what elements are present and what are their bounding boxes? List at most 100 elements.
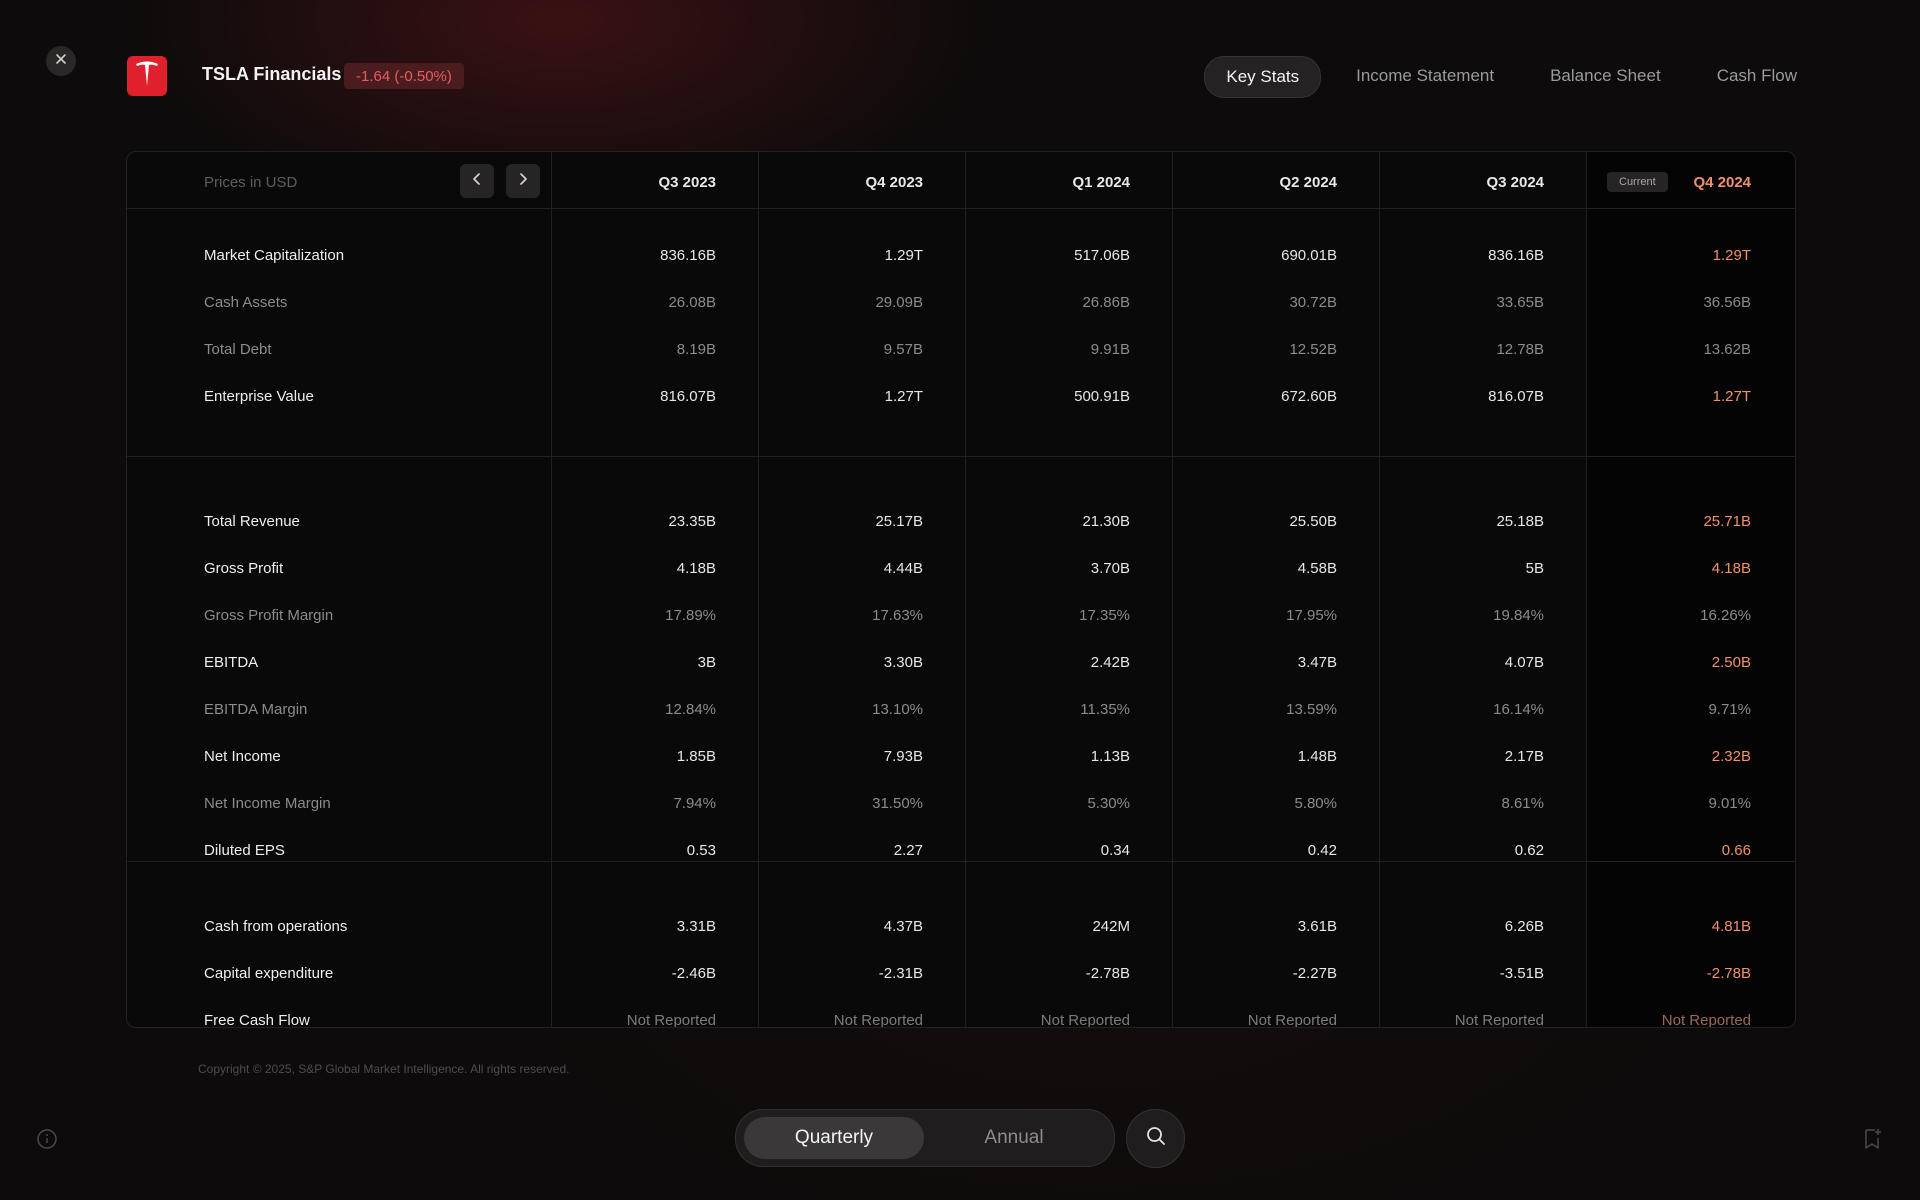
table-cell: 816.07B xyxy=(1488,388,1544,405)
financials-table: Prices in USD Current Q3 2023 Q4 2023 Q1 2… xyxy=(126,151,1796,1028)
table-cell: 30.72B xyxy=(1289,294,1337,311)
row-label: Cash Assets xyxy=(204,294,288,311)
table-cell: 517.06B xyxy=(1074,247,1130,264)
table-cell: 9.71% xyxy=(1708,701,1751,718)
tesla-logo-icon xyxy=(134,60,160,93)
table-cell: -3.51B xyxy=(1499,965,1544,982)
table-cell: 16.26% xyxy=(1700,607,1751,624)
table-cell: 816.07B xyxy=(660,388,716,405)
period-option-quarterly[interactable]: Quarterly xyxy=(744,1117,924,1159)
row-label: Cash from operations xyxy=(204,918,348,935)
table-cell: 9.01% xyxy=(1708,795,1751,812)
table-cell: 17.35% xyxy=(1079,607,1130,624)
table-cell: 36.56B xyxy=(1703,294,1751,311)
column-divider xyxy=(1379,152,1380,1027)
table-cell: 6.26B xyxy=(1504,918,1544,935)
info-button[interactable] xyxy=(36,1128,58,1150)
section-divider xyxy=(127,861,1795,862)
column-divider xyxy=(965,152,966,1027)
table-cell: 1.27T xyxy=(1712,388,1751,405)
table-cell: 8.19B xyxy=(676,341,716,358)
table-cell: 13.59% xyxy=(1286,701,1337,718)
table-cell: 23.35B xyxy=(668,513,716,530)
row-label: EBITDA xyxy=(204,654,259,671)
table-cell: 836.16B xyxy=(1488,247,1544,264)
row-label: Diluted EPS xyxy=(204,842,285,859)
row-label: Free Cash Flow xyxy=(204,1012,310,1028)
table-cell: -2.46B xyxy=(671,965,716,982)
table-cell: 4.18B xyxy=(676,560,716,577)
chevron-left-icon xyxy=(471,172,483,191)
table-cell: 7.93B xyxy=(883,748,923,765)
row-label: Enterprise Value xyxy=(204,388,314,405)
table-cell: 2.27 xyxy=(893,842,923,859)
table-cell: -2.27B xyxy=(1292,965,1337,982)
current-column-highlight xyxy=(1586,152,1795,1027)
tab-key-stats[interactable]: Key Stats xyxy=(1204,56,1322,98)
column-header: Q3 2024 xyxy=(1486,174,1544,191)
table-cell: 4.07B xyxy=(1504,654,1544,671)
table-cell: 1.27T xyxy=(884,388,923,405)
prices-currency-label: Prices in USD xyxy=(204,174,298,191)
table-cell: 0.53 xyxy=(686,842,716,859)
row-label: Total Debt xyxy=(204,341,272,358)
close-icon xyxy=(55,52,67,70)
table-cell: 12.84% xyxy=(665,701,716,718)
tab-balance-sheet[interactable]: Balance Sheet xyxy=(1529,56,1682,96)
table-cell: 0.66 xyxy=(1721,842,1751,859)
table-cell: Not Reported xyxy=(1661,1012,1751,1028)
table-cell: 672.60B xyxy=(1281,388,1337,405)
table-cell: -2.78B xyxy=(1085,965,1130,982)
table-cell: 690.01B xyxy=(1281,247,1337,264)
tab-income-statement[interactable]: Income Statement xyxy=(1335,56,1515,96)
table-cell: 5.30% xyxy=(1087,795,1130,812)
table-cell: 29.09B xyxy=(875,294,923,311)
column-divider xyxy=(551,152,552,1027)
table-cell: Not Reported xyxy=(1040,1012,1130,1028)
section-tabs: Key Stats Income Statement Balance Sheet Ca… xyxy=(1204,56,1818,98)
bookmark-button[interactable] xyxy=(1862,1127,1884,1151)
table-cell: 17.95% xyxy=(1286,607,1337,624)
table-cell: 836.16B xyxy=(660,247,716,264)
table-cell: 8.61% xyxy=(1501,795,1544,812)
table-cell: 5B xyxy=(1525,560,1544,577)
table-cell: 3.30B xyxy=(883,654,923,671)
table-cell: 0.42 xyxy=(1307,842,1337,859)
table-cell: 9.57B xyxy=(883,341,923,358)
row-label: Capital expenditure xyxy=(204,965,334,982)
table-cell: 1.29T xyxy=(1712,247,1751,264)
table-cell: 4.81B xyxy=(1711,918,1751,935)
search-icon xyxy=(1145,1125,1167,1152)
table-cell: 26.86B xyxy=(1082,294,1130,311)
table-cell: Not Reported xyxy=(833,1012,923,1028)
column-header: Q4 2023 xyxy=(865,174,923,191)
table-cell: 0.62 xyxy=(1514,842,1544,859)
table-cell: Not Reported xyxy=(1247,1012,1337,1028)
column-header: Q2 2024 xyxy=(1279,174,1337,191)
column-header: Q1 2024 xyxy=(1072,174,1130,191)
table-cell: Not Reported xyxy=(626,1012,716,1028)
period-toggle: Quarterly Annual xyxy=(735,1109,1115,1167)
table-cell: 1.85B xyxy=(676,748,716,765)
row-label: Gross Profit Margin xyxy=(204,607,334,624)
section-divider xyxy=(127,456,1795,457)
next-period-button[interactable] xyxy=(506,164,540,198)
row-label: EBITDA Margin xyxy=(204,701,308,718)
column-divider xyxy=(758,152,759,1027)
copyright-text: Copyright © 2025, S&P Global Market Inte… xyxy=(198,1062,570,1076)
info-icon xyxy=(36,1129,58,1154)
close-button[interactable] xyxy=(46,46,76,76)
table-cell: 13.62B xyxy=(1703,341,1751,358)
previous-period-button[interactable] xyxy=(460,164,494,198)
header-divider xyxy=(127,208,1795,209)
search-button[interactable] xyxy=(1126,1109,1185,1168)
table-cell: 2.32B xyxy=(1711,748,1751,765)
period-option-annual[interactable]: Annual xyxy=(924,1117,1104,1159)
tab-cash-flow[interactable]: Cash Flow xyxy=(1696,56,1818,96)
table-cell: 17.89% xyxy=(665,607,716,624)
table-cell: 1.13B xyxy=(1090,748,1130,765)
table-cell: 1.48B xyxy=(1297,748,1337,765)
row-label: Total Revenue xyxy=(204,513,300,530)
table-cell: 25.18B xyxy=(1496,513,1544,530)
table-cell: 3B xyxy=(697,654,716,671)
